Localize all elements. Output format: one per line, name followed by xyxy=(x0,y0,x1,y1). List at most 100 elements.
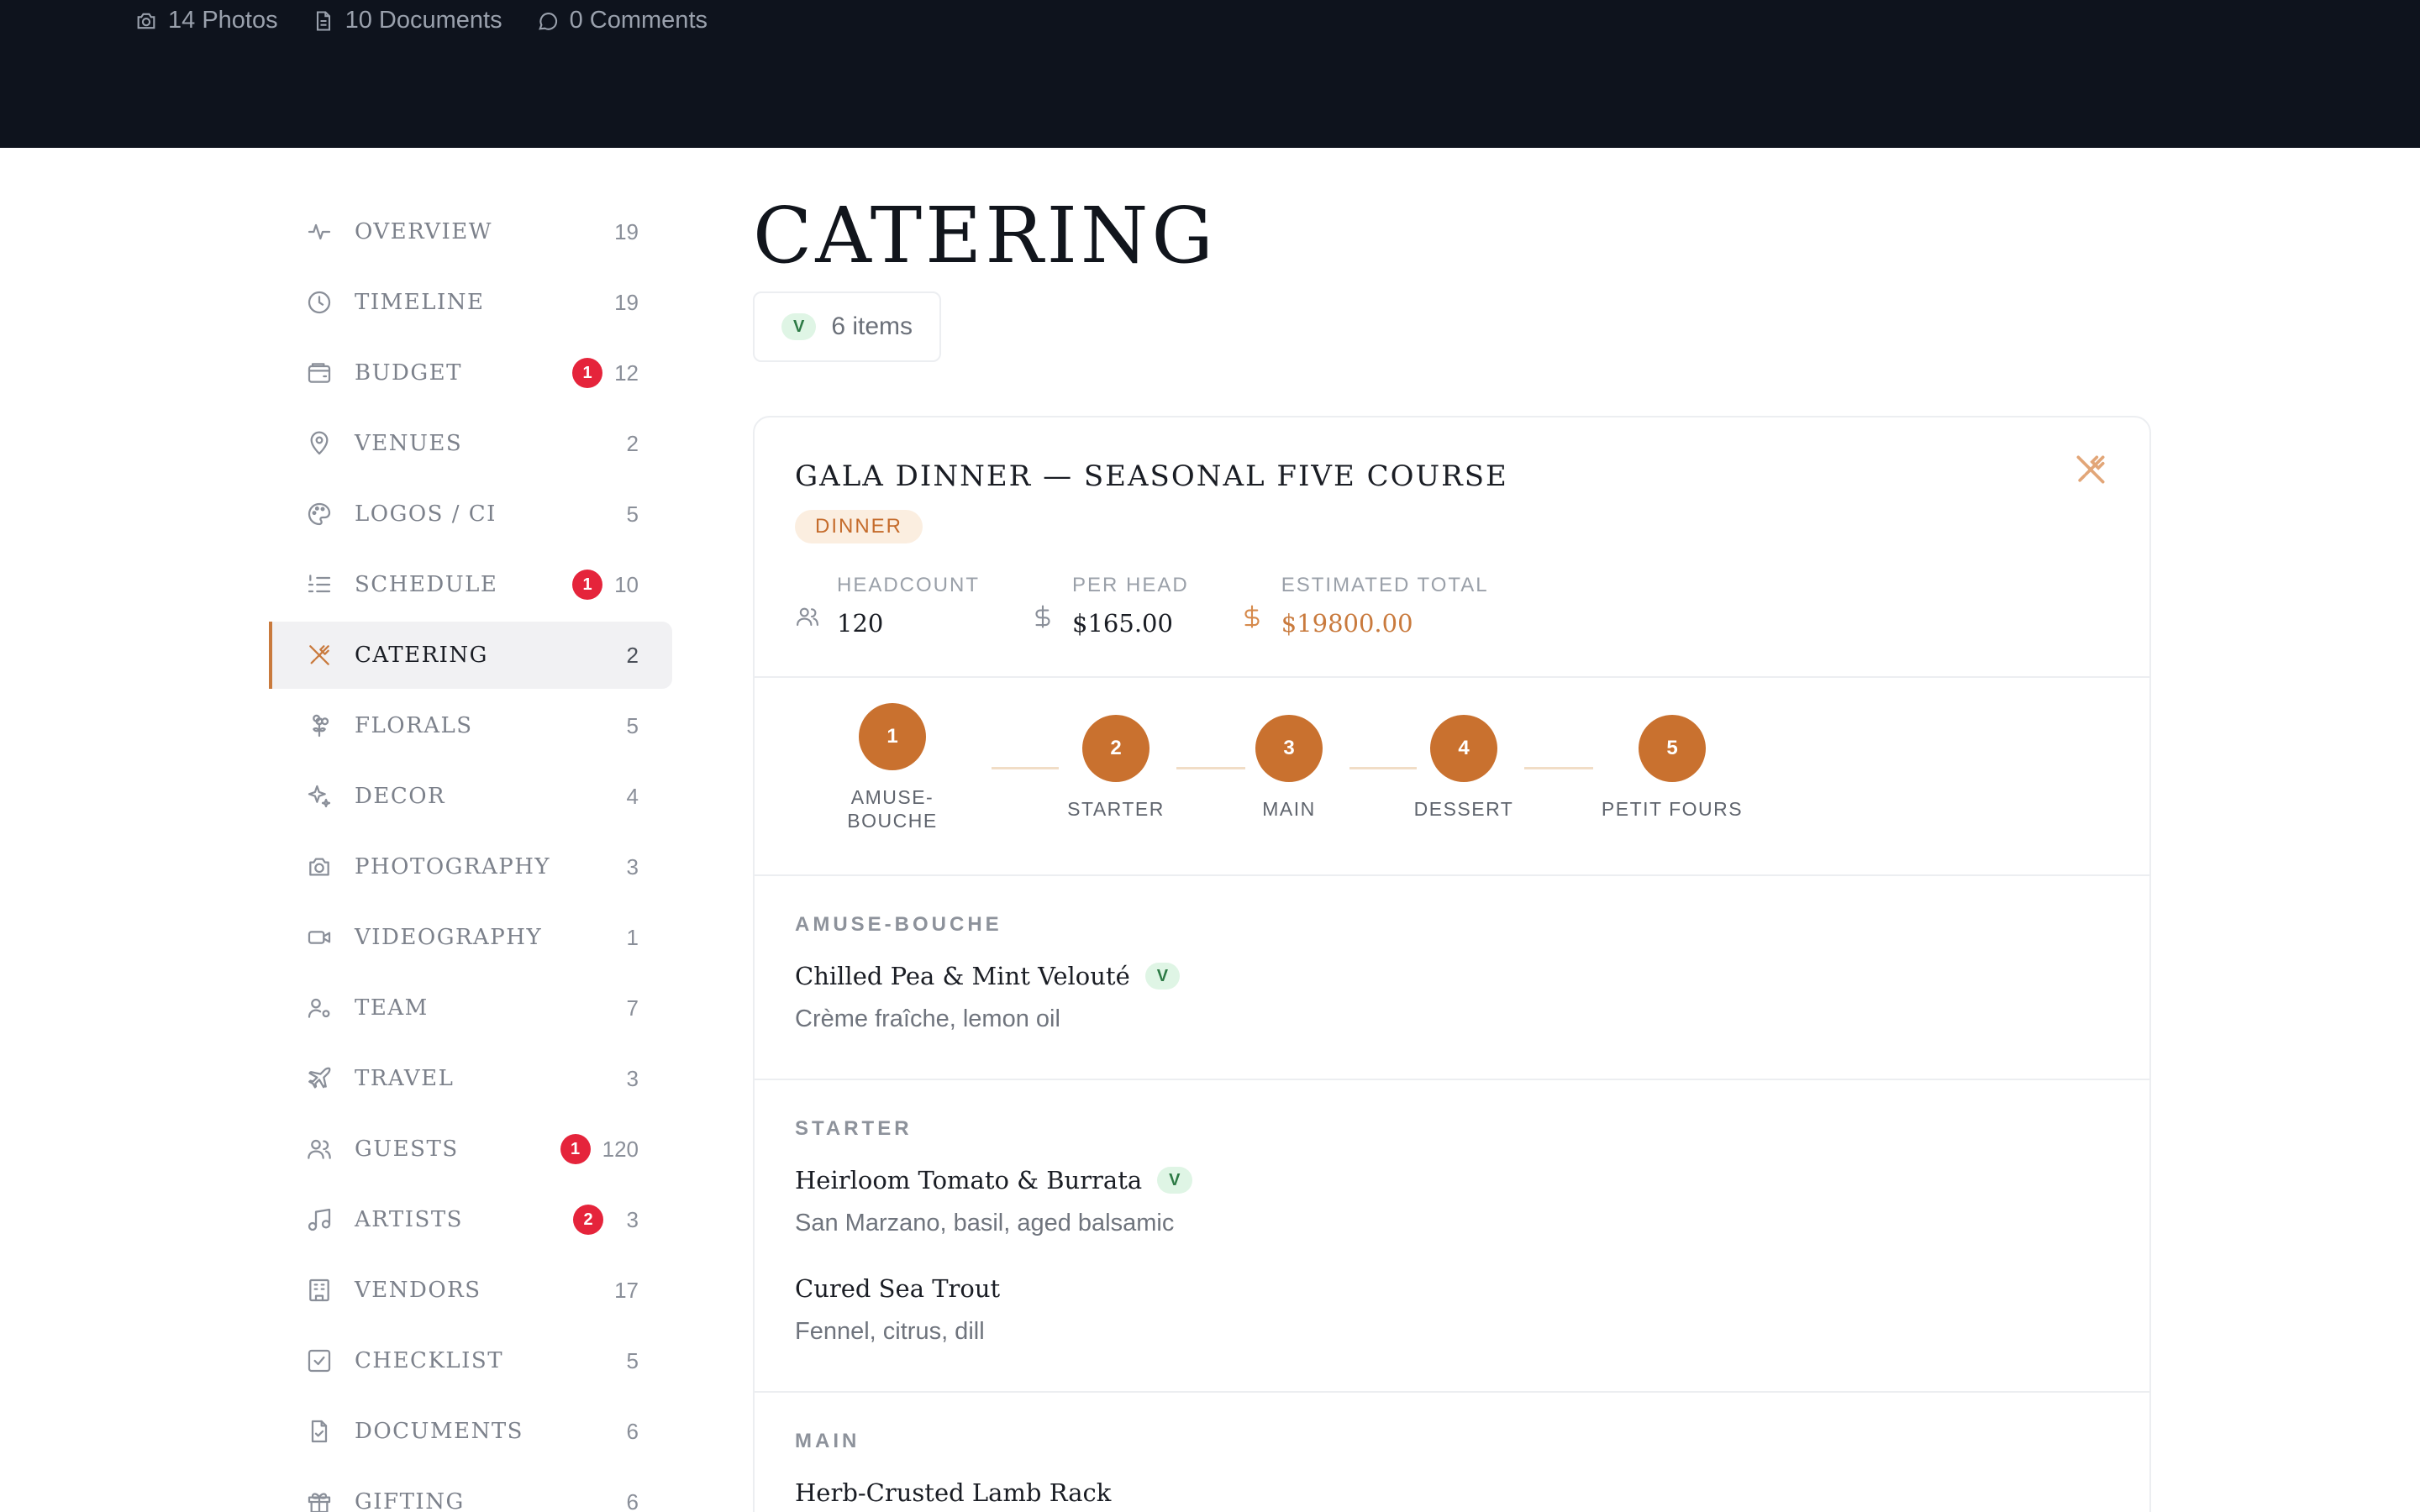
list-ordered-icon xyxy=(306,571,333,598)
sidebar-item-label: CHECKLIST xyxy=(355,1348,504,1373)
course-step[interactable]: 2 STARTER xyxy=(1032,715,1200,821)
camera-icon xyxy=(137,13,155,29)
sidebar-item-catering[interactable]: CATERING 2 xyxy=(269,622,672,689)
documents-label: 10 Documents xyxy=(345,7,502,34)
course-step[interactable]: 5 PETIT FOURS xyxy=(1588,715,1756,821)
sidebar-item-label: LOGOS / CI xyxy=(355,501,497,527)
sidebar-item-count: 17 xyxy=(614,1277,639,1303)
per-head-stat: PER HEAD $165.00 xyxy=(1030,574,1189,638)
menu-card: GALA DINNER — SEASONAL FIVE COURSE DINNE… xyxy=(753,416,2151,1512)
sidebar-item-label: GIFTING xyxy=(355,1489,465,1512)
sidebar-item-count: 19 xyxy=(614,218,639,244)
sidebar-item-venues[interactable]: VENUES 2 xyxy=(269,410,672,477)
sidebar-item-travel[interactable]: TRAVEL 3 xyxy=(269,1045,672,1112)
dollar-icon xyxy=(1244,605,1260,628)
course-section: AMUSE-BOUCHE Chilled Pea & Mint Velouté V C… xyxy=(755,876,2149,1081)
course-title: AMUSE-BOUCHE xyxy=(795,913,1002,937)
sidebar-item-artists[interactable]: ARTISTS 2 3 xyxy=(269,1186,672,1253)
dish-name: Cured Sea Trout xyxy=(795,1274,1001,1304)
menu-stats: HEADCOUNT 120 PER HEAD $165.00 ESTIMATED… xyxy=(795,574,2109,638)
sidebar-item-label: DOCUMENTS xyxy=(355,1419,523,1444)
utensils-crossed-icon xyxy=(306,642,333,669)
sidebar-item-schedule[interactable]: SCHEDULE 1 10 xyxy=(269,551,672,618)
sidebar-item-count: 4 xyxy=(626,783,639,809)
sidebar-item-gifting[interactable]: GIFTING 6 xyxy=(269,1468,672,1512)
map-pin-icon xyxy=(306,430,333,457)
dish-item[interactable]: Cured Sea Trout Fennel, citrus, dill xyxy=(795,1274,2109,1383)
sidebar-item-count: 2 xyxy=(626,642,639,668)
sidebar-item-team[interactable]: TEAM 7 xyxy=(269,974,672,1042)
dish-item[interactable]: Heirloom Tomato & Burrata V San Marzano, b… xyxy=(795,1166,2109,1274)
documents-count[interactable]: 10 Documents xyxy=(312,7,502,34)
message-circle-icon xyxy=(538,12,557,30)
sidebar-item-count: 120 xyxy=(602,1136,639,1162)
course-step[interactable]: 1 AMUSE- BOUCHE xyxy=(808,703,976,832)
notification-badge: 2 xyxy=(573,1205,603,1235)
utensils-crossed-icon[interactable] xyxy=(2072,451,2109,488)
notification-badge: 1 xyxy=(572,570,603,600)
meal-type-tag: DINNER xyxy=(795,510,923,544)
vegetarian-tag: V xyxy=(1144,963,1181,990)
sidebar-item-label: ARTISTS xyxy=(355,1207,463,1232)
sidebar-item-label: VENUES xyxy=(355,431,463,456)
sidebar-item-florals[interactable]: FLORALS 5 xyxy=(269,692,672,759)
step-label: MAIN xyxy=(1262,798,1316,821)
file-icon xyxy=(316,10,330,31)
sidebar-item-videography[interactable]: VIDEOGRAPHY 1 xyxy=(269,904,672,971)
sidebar-item-timeline[interactable]: TIMELINE 19 xyxy=(269,269,672,336)
dish-item[interactable]: Herb-Crusted Lamb Rack xyxy=(795,1478,2109,1512)
dish-description: Crème fraîche, lemon oil xyxy=(795,1005,1060,1033)
course-step[interactable]: 4 DESSERT xyxy=(1380,715,1548,821)
items-count: 6 items xyxy=(831,312,913,341)
comments-label: 0 Comments xyxy=(569,7,708,34)
sidebar-item-photography[interactable]: PHOTOGRAPHY 3 xyxy=(269,833,672,900)
photos-label: 14 Photos xyxy=(168,7,278,34)
sidebar-item-count: 6 xyxy=(626,1488,639,1512)
user-cog-icon xyxy=(306,995,333,1021)
comments-count[interactable]: 0 Comments xyxy=(536,7,708,34)
sidebar-item-label: OVERVIEW xyxy=(355,219,493,244)
sidebar-item-count: 3 xyxy=(626,1206,639,1232)
items-summary-pill[interactable]: V 6 items xyxy=(753,291,942,363)
sidebar-item-count: 10 xyxy=(614,571,639,597)
course-step[interactable]: 3 MAIN xyxy=(1205,715,1373,821)
flower-icon xyxy=(306,712,333,739)
estimated-total-label: ESTIMATED TOTAL xyxy=(1281,574,1489,597)
sidebar-item-label: VIDEOGRAPHY xyxy=(355,925,543,950)
sidebar-item-count: 1 xyxy=(626,924,639,950)
menu-title: GALA DINNER — SEASONAL FIVE COURSE xyxy=(795,459,1508,494)
photos-count[interactable]: 14 Photos xyxy=(134,7,278,34)
sidebar-item-budget[interactable]: BUDGET 1 12 xyxy=(269,339,672,407)
sidebar-item-vendors[interactable]: VENDORS 17 xyxy=(269,1257,672,1324)
dish-description: Fennel, citrus, dill xyxy=(795,1318,985,1346)
sidebar-item-count: 3 xyxy=(626,1065,639,1091)
sidebar-item-count: 7 xyxy=(626,995,639,1021)
sidebar-item-guests[interactable]: GUESTS 1 120 xyxy=(269,1116,672,1183)
step-number: 2 xyxy=(1082,715,1150,783)
activity-icon xyxy=(306,218,333,245)
sidebar-item-checklist[interactable]: CHECKLIST 5 xyxy=(269,1327,672,1394)
step-label: DESSERT xyxy=(1413,798,1514,821)
dish-item[interactable]: Chilled Pea & Mint Velouté V Crème fraîche… xyxy=(795,962,2109,1070)
sidebar-item-label: TRAVEL xyxy=(355,1066,455,1091)
dish-name-row: Chilled Pea & Mint Velouté V xyxy=(795,962,2109,990)
sidebar-item-count: 5 xyxy=(626,712,639,738)
estimated-total-value: $19800.00 xyxy=(1281,609,1413,638)
sidebar-item-overview[interactable]: OVERVIEW 19 xyxy=(269,198,672,265)
sidebar-item-label: TEAM xyxy=(355,995,429,1021)
video-icon xyxy=(306,924,333,951)
sidebar-item-logos-ci[interactable]: LOGOS / CI 5 xyxy=(269,480,672,548)
sidebar-item-label: TIMELINE xyxy=(355,290,485,315)
dish-name: Herb-Crusted Lamb Rack xyxy=(795,1478,1112,1508)
estimated-total-stat: ESTIMATED TOTAL $19800.00 xyxy=(1239,574,1489,638)
sidebar-item-label: GUESTS xyxy=(355,1137,459,1162)
sidebar-item-decor[interactable]: DECOR 4 xyxy=(269,763,672,830)
course-section: STARTER Heirloom Tomato & Burrata V San Mar… xyxy=(755,1080,2149,1394)
dish-name: Heirloom Tomato & Burrata xyxy=(795,1166,1143,1195)
clock-icon xyxy=(306,289,333,316)
vegetarian-tag: V xyxy=(1157,1167,1192,1194)
sidebar-item-count: 2 xyxy=(626,430,639,456)
sidebar-item-count: 19 xyxy=(614,289,639,315)
sidebar-item-documents[interactable]: DOCUMENTS 6 xyxy=(269,1398,672,1465)
check-square-icon xyxy=(306,1347,333,1374)
